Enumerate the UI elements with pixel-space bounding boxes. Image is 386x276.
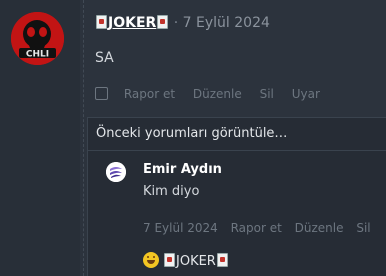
comment-author[interactable]: Emir Aydın <box>143 162 222 177</box>
edit-button[interactable]: Düzenle <box>193 87 242 101</box>
thread-divider <box>83 0 84 276</box>
playing-card-icon <box>216 253 228 267</box>
laughing-face-icon <box>143 252 159 268</box>
reaction-summary[interactable]: JOKER <box>143 252 229 269</box>
reaction-user: JOKER <box>176 254 216 269</box>
comment-date[interactable]: 7 Eylül 2024 <box>143 221 218 235</box>
load-previous-comments-link[interactable]: Önceki yorumları görüntüle… <box>88 118 386 151</box>
playing-card-icon <box>164 253 175 267</box>
commenter-avatar[interactable] <box>106 162 126 182</box>
comment-edit-button[interactable]: Düzenle <box>295 221 344 235</box>
playing-card-icon <box>96 15 107 29</box>
select-checkbox[interactable] <box>95 87 108 100</box>
post-actions: Rapor et Düzenle Sil Uyar <box>95 87 334 101</box>
post-header: JOKER · 7 Eylül 2024 <box>95 15 270 31</box>
post-date[interactable]: 7 Eylül 2024 <box>183 15 270 31</box>
warn-button[interactable]: Uyar <box>292 87 320 101</box>
playing-card-icon <box>157 15 169 29</box>
logo-swirl-icon <box>106 162 126 182</box>
header-separator: · <box>173 15 179 31</box>
comment-delete-button[interactable]: Sil <box>356 221 370 235</box>
author-avatar[interactable]: CHLI <box>11 12 64 65</box>
delete-button[interactable]: Sil <box>260 87 274 101</box>
avatar-badge-text: CHLI <box>26 50 49 60</box>
post-body: SA <box>95 50 114 66</box>
comments-section: Önceki yorumları görüntüle… Emir Aydın K… <box>87 117 386 276</box>
comment-text: Kim diyo <box>143 184 200 199</box>
comment-report-button[interactable]: Rapor et <box>231 221 282 235</box>
skull-logo-icon: CHLI <box>11 12 64 65</box>
post-author-link[interactable]: JOKER <box>108 15 156 31</box>
comment-actions: 7 Eylül 2024 Rapor et Düzenle Sil <box>143 221 380 235</box>
report-button[interactable]: Rapor et <box>124 87 175 101</box>
